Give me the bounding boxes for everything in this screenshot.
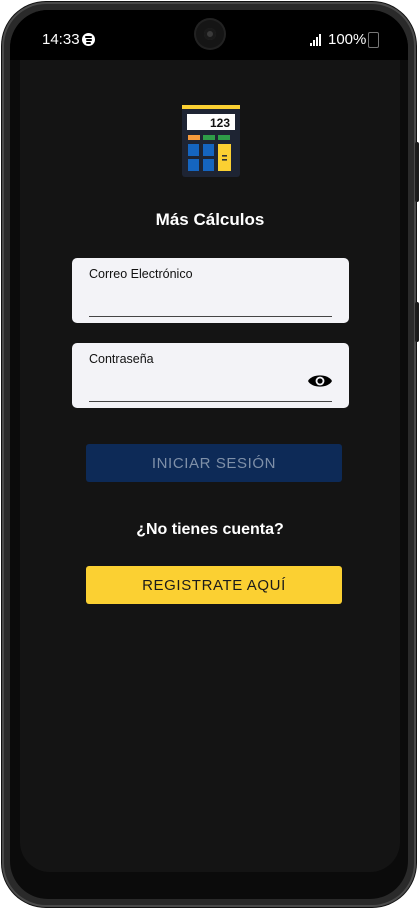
password-field: Contraseña — [72, 343, 349, 408]
password-label: Contraseña — [89, 352, 154, 366]
no-account-text: ¿No tienes cuenta? — [136, 521, 284, 538]
email-field: Correo Electrónico — [72, 258, 349, 323]
status-time: 14:33 — [42, 31, 80, 48]
volume-button — [415, 142, 419, 202]
password-input[interactable] — [89, 369, 299, 401]
power-button — [415, 302, 419, 342]
status-bar: 14:33 100% — [10, 10, 408, 60]
password-underline — [89, 401, 332, 402]
calculator-display-text: 123 — [210, 116, 230, 130]
front-camera — [196, 20, 224, 48]
signal-icon — [310, 34, 324, 46]
register-button[interactable]: REGISTRATE AQUÍ — [86, 566, 342, 604]
battery-percentage: 100% — [328, 31, 367, 48]
calculator-icon: 123 — [182, 105, 240, 177]
spotify-icon — [82, 33, 95, 46]
email-label: Correo Electrónico — [89, 267, 193, 281]
phone-frame: 14:33 100% 123 Más Cálculos Correo Elect… — [2, 2, 419, 907]
login-button[interactable]: INICIAR SESIÓN — [86, 444, 342, 482]
phone-screen: 14:33 100% 123 Más Cálculos Correo Elect… — [10, 10, 408, 899]
email-input[interactable] — [89, 284, 332, 317]
eye-icon[interactable] — [307, 372, 333, 390]
app-title: Más Cálculos — [155, 210, 265, 229]
battery-icon — [368, 32, 379, 48]
app-screen: 123 Más Cálculos Correo Electrónico Cont… — [20, 60, 400, 872]
